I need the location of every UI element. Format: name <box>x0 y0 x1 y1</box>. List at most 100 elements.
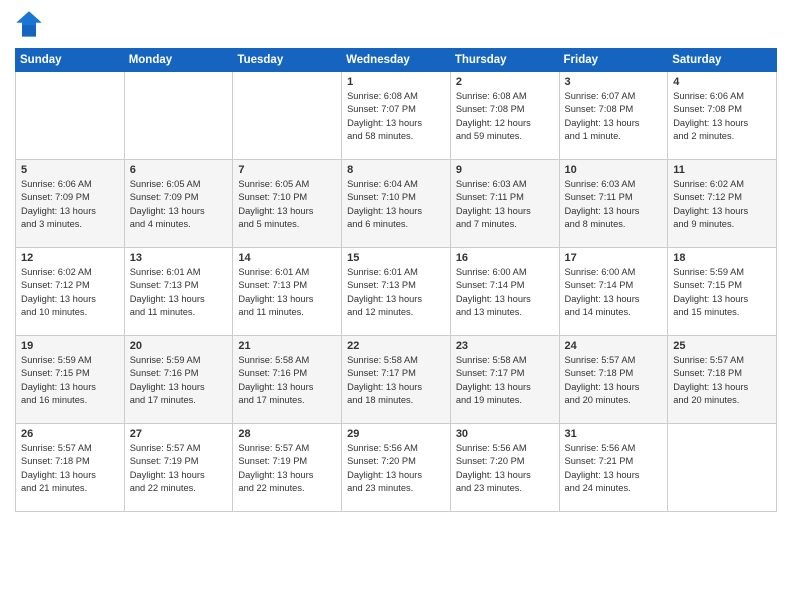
calendar-cell: 7Sunrise: 6:05 AMSunset: 7:10 PMDaylight… <box>233 160 342 248</box>
day-number: 1 <box>347 76 445 88</box>
day-number: 15 <box>347 252 445 264</box>
calendar-cell: 13Sunrise: 6:01 AMSunset: 7:13 PMDayligh… <box>124 248 233 336</box>
day-number: 22 <box>347 340 445 352</box>
day-number: 20 <box>130 340 228 352</box>
logo <box>15 10 49 38</box>
calendar-cell <box>124 72 233 160</box>
day-info: Sunrise: 5:59 AMSunset: 7:15 PMDaylight:… <box>673 266 771 320</box>
calendar-cell: 4Sunrise: 6:06 AMSunset: 7:08 PMDaylight… <box>668 72 777 160</box>
day-number: 29 <box>347 428 445 440</box>
day-number: 16 <box>456 252 554 264</box>
day-info: Sunrise: 5:57 AMSunset: 7:19 PMDaylight:… <box>130 442 228 496</box>
calendar-cell: 5 Sunrise: 6:06 AMSunset: 7:09 PMDaylight… <box>16 160 125 248</box>
day-info: Sunrise: 5:59 AMSunset: 7:15 PMDaylight:… <box>21 354 119 408</box>
day-of-week-saturday: Saturday <box>668 49 777 72</box>
calendar-cell: 20 Sunrise: 5:59 AMSunset: 7:16 PMDayligh… <box>124 336 233 424</box>
calendar-cell: 15 Sunrise: 6:01 AMSunset: 7:13 PMDayligh… <box>342 248 451 336</box>
day-number: 30 <box>456 428 554 440</box>
day-info: Sunrise: 6:01 AMSunset: 7:13 PMDaylight:… <box>347 266 445 320</box>
day-info: Sunrise: 6:04 AMSunset: 7:10 PMDaylight:… <box>347 178 445 232</box>
day-number: 9 <box>456 164 554 176</box>
day-number: 27 <box>130 428 228 440</box>
day-number: 14 <box>238 252 336 264</box>
day-number: 4 <box>673 76 771 88</box>
day-info: Sunrise: 6:02 AMSunset: 7:12 PMDaylight:… <box>673 178 771 232</box>
day-info: Sunrise: 5:59 AMSunset: 7:16 PMDaylight:… <box>130 354 228 408</box>
day-number: 26 <box>21 428 119 440</box>
calendar-cell: 23 Sunrise: 5:58 AMSunset: 7:17 PMDayligh… <box>450 336 559 424</box>
calendar-cell: 6 Sunrise: 6:05 AMSunset: 7:09 PMDaylight… <box>124 160 233 248</box>
calendar-cell: 1 Sunrise: 6:08 AMSunset: 7:07 PMDaylight… <box>342 72 451 160</box>
day-info: Sunrise: 6:05 AMSunset: 7:09 PMDaylight:… <box>130 178 228 232</box>
calendar-cell: 2 Sunrise: 6:08 AMSunset: 7:08 PMDaylight… <box>450 72 559 160</box>
day-info: Sunrise: 5:56 AMSunset: 7:20 PMDaylight:… <box>456 442 554 496</box>
day-of-week-friday: Friday <box>559 49 668 72</box>
calendar-cell: 30 Sunrise: 5:56 AMSunset: 7:20 PMDayligh… <box>450 424 559 512</box>
day-number: 10 <box>565 164 663 176</box>
calendar-cell: 16 Sunrise: 6:00 AMSunset: 7:14 PMDayligh… <box>450 248 559 336</box>
day-info: Sunrise: 6:00 AMSunset: 7:14 PMDaylight:… <box>565 266 663 320</box>
week-row-5: 26 Sunrise: 5:57 AMSunset: 7:18 PMDayligh… <box>16 424 777 512</box>
calendar-cell: 28Sunrise: 5:57 AMSunset: 7:19 PMDayligh… <box>233 424 342 512</box>
calendar-cell: 22 Sunrise: 5:58 AMSunset: 7:17 PMDayligh… <box>342 336 451 424</box>
calendar-body: 1 Sunrise: 6:08 AMSunset: 7:07 PMDaylight… <box>16 72 777 512</box>
day-info: Sunrise: 5:56 AMSunset: 7:20 PMDaylight:… <box>347 442 445 496</box>
day-number: 31 <box>565 428 663 440</box>
day-number: 19 <box>21 340 119 352</box>
calendar-cell: 12Sunrise: 6:02 AMSunset: 7:12 PMDayligh… <box>16 248 125 336</box>
calendar-header: SundayMondayTuesdayWednesdayThursdayFrid… <box>16 49 777 72</box>
calendar-table: SundayMondayTuesdayWednesdayThursdayFrid… <box>15 48 777 512</box>
calendar-cell: 29 Sunrise: 5:56 AMSunset: 7:20 PMDayligh… <box>342 424 451 512</box>
calendar-cell: 18Sunrise: 5:59 AMSunset: 7:15 PMDayligh… <box>668 248 777 336</box>
day-number: 21 <box>238 340 336 352</box>
calendar-cell: 19 Sunrise: 5:59 AMSunset: 7:15 PMDayligh… <box>16 336 125 424</box>
day-of-week-tuesday: Tuesday <box>233 49 342 72</box>
day-info: Sunrise: 6:07 AMSunset: 7:08 PMDaylight:… <box>565 90 663 144</box>
day-info: Sunrise: 5:58 AMSunset: 7:17 PMDaylight:… <box>347 354 445 408</box>
calendar-cell: 21 Sunrise: 5:58 AMSunset: 7:16 PMDayligh… <box>233 336 342 424</box>
days-of-week-row: SundayMondayTuesdayWednesdayThursdayFrid… <box>16 49 777 72</box>
day-number: 11 <box>673 164 771 176</box>
week-row-2: 5 Sunrise: 6:06 AMSunset: 7:09 PMDaylight… <box>16 160 777 248</box>
day-number: 5 <box>21 164 119 176</box>
day-info: Sunrise: 6:01 AMSunset: 7:13 PMDaylight:… <box>238 266 336 320</box>
week-row-3: 12Sunrise: 6:02 AMSunset: 7:12 PMDayligh… <box>16 248 777 336</box>
day-info: Sunrise: 5:57 AMSunset: 7:18 PMDaylight:… <box>565 354 663 408</box>
day-number: 17 <box>565 252 663 264</box>
calendar-cell: 10 Sunrise: 6:03 AMSunset: 7:11 PMDayligh… <box>559 160 668 248</box>
calendar-cell <box>668 424 777 512</box>
calendar-cell: 3 Sunrise: 6:07 AMSunset: 7:08 PMDaylight… <box>559 72 668 160</box>
day-info: Sunrise: 6:03 AMSunset: 7:11 PMDaylight:… <box>456 178 554 232</box>
calendar-cell: 31 Sunrise: 5:56 AMSunset: 7:21 PMDayligh… <box>559 424 668 512</box>
calendar-cell: 11 Sunrise: 6:02 AMSunset: 7:12 PMDayligh… <box>668 160 777 248</box>
day-info: Sunrise: 5:57 AMSunset: 7:18 PMDaylight:… <box>21 442 119 496</box>
page-header <box>15 10 777 38</box>
calendar-cell: 8Sunrise: 6:04 AMSunset: 7:10 PMDaylight… <box>342 160 451 248</box>
day-number: 3 <box>565 76 663 88</box>
week-row-1: 1 Sunrise: 6:08 AMSunset: 7:07 PMDaylight… <box>16 72 777 160</box>
day-info: Sunrise: 6:08 AMSunset: 7:08 PMDaylight:… <box>456 90 554 144</box>
day-info: Sunrise: 5:56 AMSunset: 7:21 PMDaylight:… <box>565 442 663 496</box>
calendar-cell: 14 Sunrise: 6:01 AMSunset: 7:13 PMDayligh… <box>233 248 342 336</box>
calendar-cell: 9 Sunrise: 6:03 AMSunset: 7:11 PMDaylight… <box>450 160 559 248</box>
day-info: Sunrise: 5:57 AMSunset: 7:19 PMDaylight:… <box>238 442 336 496</box>
day-info: Sunrise: 6:08 AMSunset: 7:07 PMDaylight:… <box>347 90 445 144</box>
day-of-week-sunday: Sunday <box>16 49 125 72</box>
day-info: Sunrise: 6:03 AMSunset: 7:11 PMDaylight:… <box>565 178 663 232</box>
day-info: Sunrise: 6:00 AMSunset: 7:14 PMDaylight:… <box>456 266 554 320</box>
day-number: 23 <box>456 340 554 352</box>
day-number: 24 <box>565 340 663 352</box>
day-info: Sunrise: 6:05 AMSunset: 7:10 PMDaylight:… <box>238 178 336 232</box>
calendar-cell: 17 Sunrise: 6:00 AMSunset: 7:14 PMDayligh… <box>559 248 668 336</box>
calendar-cell: 24 Sunrise: 5:57 AMSunset: 7:18 PMDayligh… <box>559 336 668 424</box>
day-number: 6 <box>130 164 228 176</box>
day-info: Sunrise: 5:57 AMSunset: 7:18 PMDaylight:… <box>673 354 771 408</box>
day-info: Sunrise: 5:58 AMSunset: 7:16 PMDaylight:… <box>238 354 336 408</box>
calendar-cell <box>233 72 342 160</box>
day-number: 12 <box>21 252 119 264</box>
day-of-week-monday: Monday <box>124 49 233 72</box>
day-info: Sunrise: 5:58 AMSunset: 7:17 PMDaylight:… <box>456 354 554 408</box>
calendar-cell: 25Sunrise: 5:57 AMSunset: 7:18 PMDayligh… <box>668 336 777 424</box>
day-info: Sunrise: 6:06 AMSunset: 7:09 PMDaylight:… <box>21 178 119 232</box>
day-number: 2 <box>456 76 554 88</box>
